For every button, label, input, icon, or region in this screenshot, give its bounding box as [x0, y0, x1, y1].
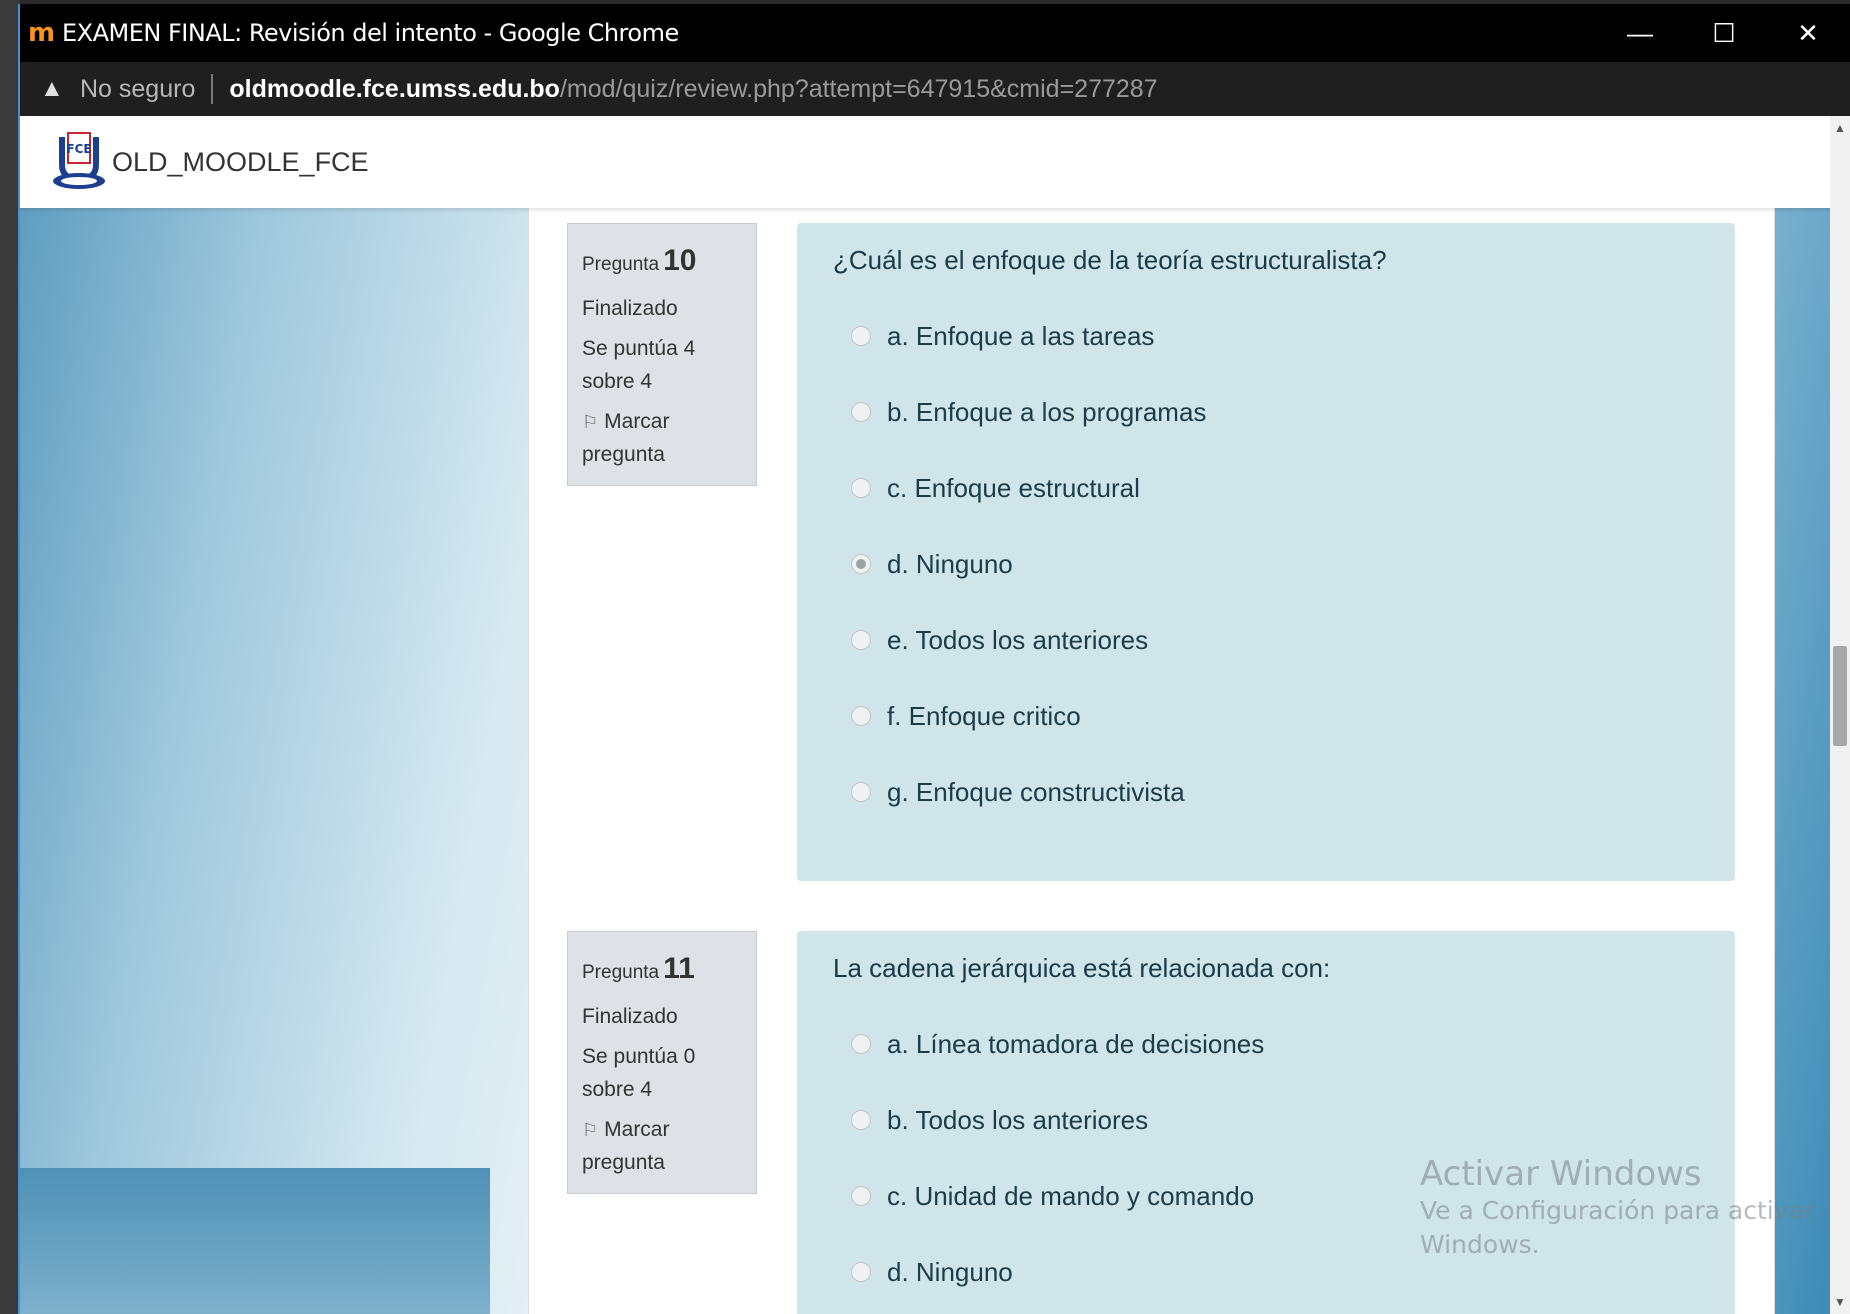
option-label[interactable]: c. Unidad de mando y comando	[887, 1181, 1254, 1212]
flag-label[interactable]: Marcar	[604, 1118, 669, 1141]
answer-option-b[interactable]: b. Todos los anteriores	[833, 1082, 1699, 1158]
answer-option-e[interactable]: e. Todos los anteriores	[833, 602, 1699, 678]
question-number: 11	[663, 952, 695, 985]
security-label[interactable]: No seguro	[80, 75, 195, 104]
question-text: La cadena jerárquica está relacionada co…	[833, 953, 1331, 983]
flag-label[interactable]: Marcar	[604, 410, 669, 433]
question-number: 10	[663, 244, 697, 277]
answer-option-d[interactable]: d. Ninguno	[833, 526, 1699, 602]
moodle-icon: m	[28, 18, 56, 48]
watermark-line2: Windows.	[1420, 1229, 1540, 1259]
question-body-10: ¿Cuál es el enfoque de la teoría estruct…	[797, 223, 1735, 881]
answer-option-c[interactable]: c. Enfoque estructural	[833, 450, 1699, 526]
radio-button[interactable]	[851, 326, 871, 346]
radio-button[interactable]	[851, 1262, 871, 1282]
flag-icon[interactable]: ⚐	[582, 1120, 598, 1140]
site-name[interactable]: OLD_MOODLE_FCE	[112, 147, 369, 178]
site-logo-icon[interactable]: FCE	[48, 131, 110, 193]
quiz-content: Pregunta 10 Finalizado Se puntúa 4 sobre …	[528, 208, 1775, 1314]
option-label[interactable]: g. Enfoque constructivista	[887, 777, 1185, 808]
minimize-button[interactable]: —	[1598, 4, 1682, 62]
window-title: EXAMEN FINAL: Revisión del intento - Goo…	[62, 19, 679, 47]
question-grade-max: sobre 4	[582, 1077, 653, 1101]
option-label[interactable]: c. Enfoque estructural	[887, 473, 1140, 504]
answer-option-g[interactable]: g. Enfoque constructivista	[833, 754, 1699, 830]
question-info-11: Pregunta 11 Finalizado Se puntúa 0 sobre …	[567, 931, 757, 1195]
question-info-10: Pregunta 10 Finalizado Se puntúa 4 sobre …	[567, 223, 757, 487]
address-bar[interactable]: ▲ No seguro oldmoodle.fce.umss.edu.bo /m…	[20, 62, 1850, 116]
flag-question-link[interactable]: ⚐ Marcar pregunta	[582, 1114, 742, 1179]
radio-button[interactable]	[851, 402, 871, 422]
watermark-line1: Ve a Configuración para activar	[1420, 1196, 1815, 1225]
radio-button[interactable]	[851, 782, 871, 802]
radio-button[interactable]	[851, 1110, 871, 1130]
option-label[interactable]: b. Enfoque a los programas	[887, 397, 1206, 428]
flag-label-2[interactable]: pregunta	[582, 1147, 742, 1180]
option-label[interactable]: d. Ninguno	[887, 549, 1013, 580]
site-header: FCE OLD_MOODLE_FCE	[20, 116, 1832, 208]
radio-button-selected[interactable]	[851, 554, 871, 574]
question-grade: Se puntúa 4	[582, 337, 696, 361]
maximize-button[interactable]: ☐	[1682, 4, 1766, 62]
answer-option-b[interactable]: b. Enfoque a los programas	[833, 374, 1699, 450]
url-host[interactable]: oldmoodle.fce.umss.edu.bo	[229, 75, 560, 104]
answer-option-f[interactable]: f. Enfoque critico	[833, 678, 1699, 754]
vertical-scrollbar[interactable]: ▲ ▼	[1830, 116, 1850, 1314]
answer-option-a[interactable]: a. Línea tomadora de decisiones	[833, 1006, 1699, 1082]
title-bar: m EXAMEN FINAL: Revisión del intento - G…	[20, 4, 1850, 62]
question-text: ¿Cuál es el enfoque de la teoría estruct…	[833, 245, 1387, 275]
page-viewport: FCE OLD_MOODLE_FCE Pregunta 10 Finalizado…	[20, 116, 1832, 1314]
question-state: Finalizado	[582, 296, 678, 320]
scroll-thumb[interactable]	[1833, 646, 1847, 746]
url-path[interactable]: /mod/quiz/review.php?attempt=647915&cmid…	[560, 75, 1158, 104]
browser-window: m EXAMEN FINAL: Revisión del intento - G…	[18, 4, 1850, 1314]
page-background-lower	[20, 1168, 490, 1314]
option-label[interactable]: f. Enfoque critico	[887, 701, 1081, 732]
option-label[interactable]: b. Todos los anteriores	[887, 1105, 1148, 1136]
scroll-up-icon[interactable]: ▲	[1830, 116, 1850, 140]
question-grade: Se puntúa 0	[582, 1045, 696, 1069]
radio-button[interactable]	[851, 1186, 871, 1206]
close-button[interactable]: ✕	[1766, 4, 1850, 62]
question-state: Finalizado	[582, 1004, 678, 1028]
option-label[interactable]: e. Todos los anteriores	[887, 625, 1148, 656]
watermark-title: Activar Windows	[1420, 1154, 1702, 1194]
radio-button[interactable]	[851, 706, 871, 726]
radio-button[interactable]	[851, 630, 871, 650]
radio-button[interactable]	[851, 1034, 871, 1054]
option-label[interactable]: a. Línea tomadora de decisiones	[887, 1029, 1264, 1060]
warning-icon[interactable]: ▲	[40, 75, 74, 103]
desktop-background	[0, 0, 20, 1314]
option-label[interactable]: d. Ninguno	[887, 1257, 1013, 1288]
scroll-down-icon[interactable]: ▼	[1830, 1290, 1850, 1314]
windows-activation-watermark: Activar Windows Ve a Configuración para …	[1420, 1154, 1814, 1262]
flag-label-2[interactable]: pregunta	[582, 439, 742, 472]
question-grade-max: sobre 4	[582, 369, 653, 393]
radio-button[interactable]	[851, 478, 871, 498]
address-separator	[211, 74, 214, 104]
flag-icon[interactable]: ⚐	[582, 412, 598, 432]
flag-question-link[interactable]: ⚐ Marcar pregunta	[582, 406, 742, 471]
question-label: Pregunta	[582, 962, 660, 983]
svg-text:FCE: FCE	[66, 142, 91, 156]
answer-option-a[interactable]: a. Enfoque a las tareas	[833, 298, 1699, 374]
question-label: Pregunta	[582, 254, 660, 275]
option-label[interactable]: a. Enfoque a las tareas	[887, 321, 1154, 352]
